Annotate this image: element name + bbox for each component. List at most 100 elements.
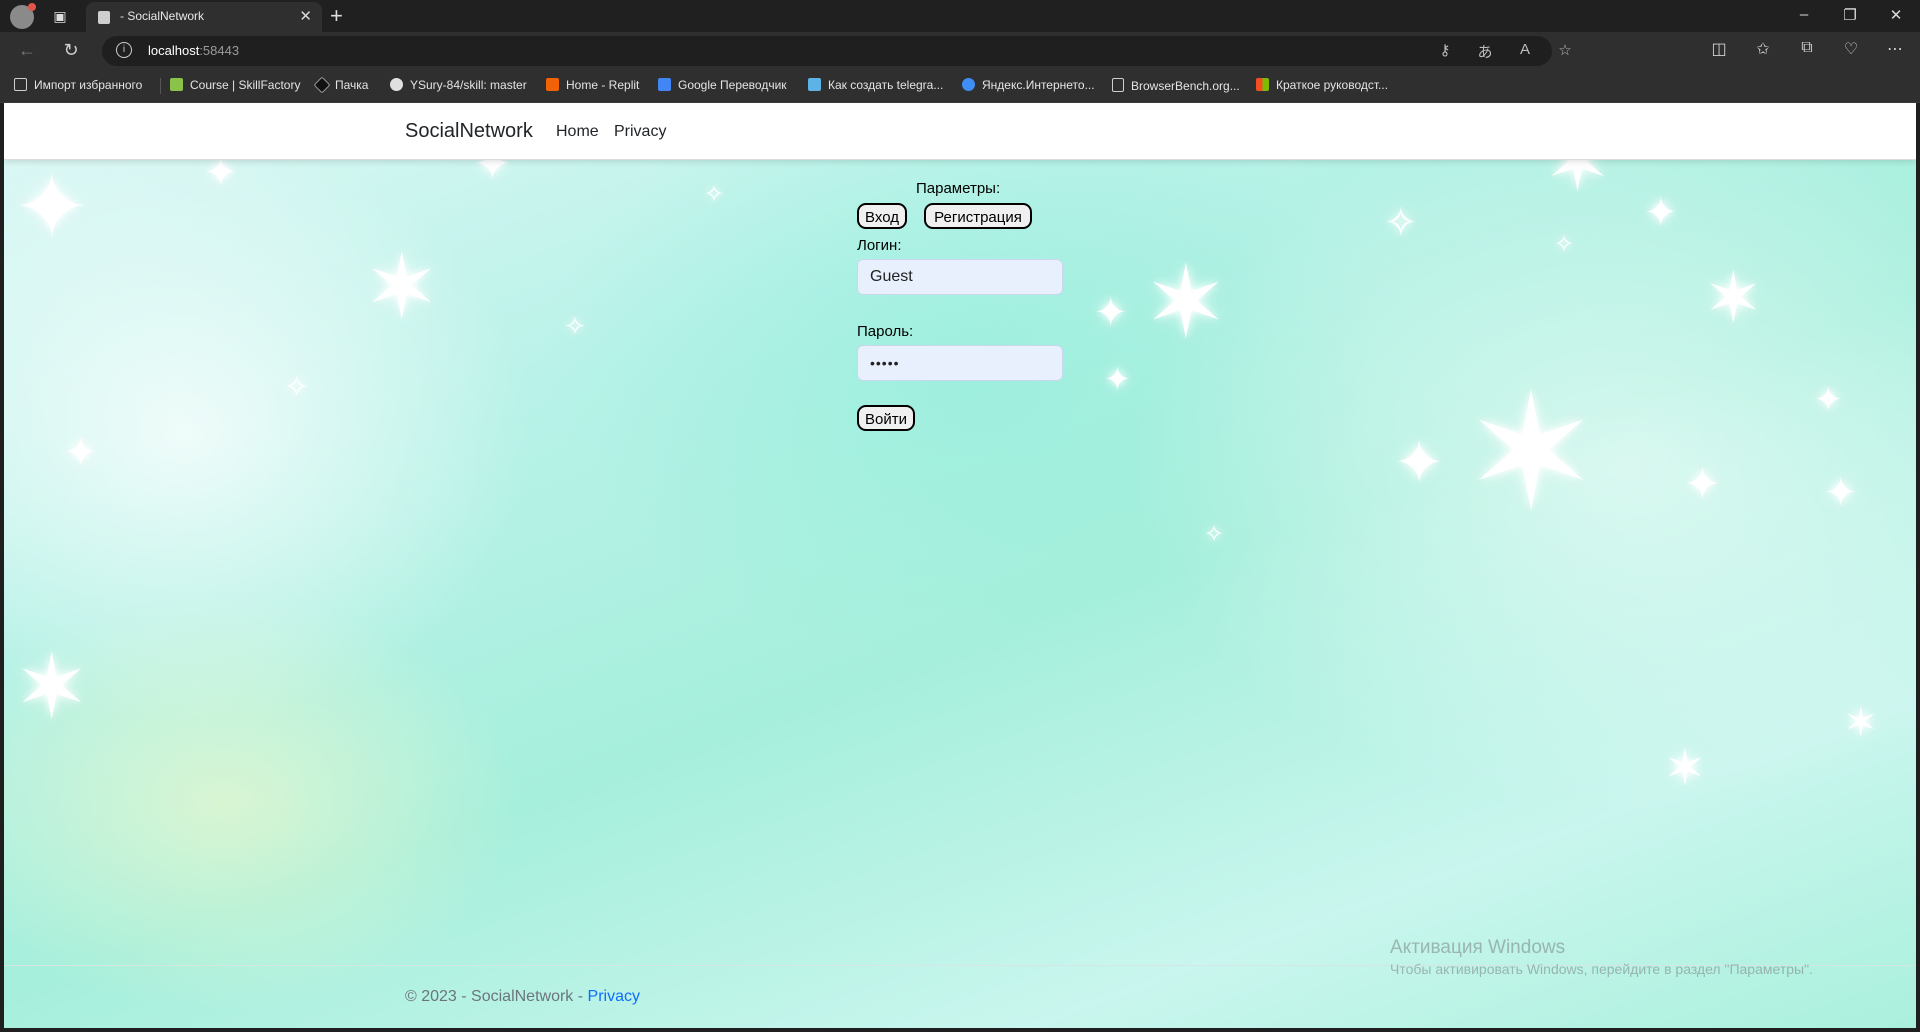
bookmark-label: Как создать telegra... — [828, 78, 944, 92]
password-label: Пароль: — [857, 323, 914, 340]
window-close-icon[interactable]: ✕ — [1886, 6, 1906, 24]
submit-login-button[interactable]: Войти — [857, 405, 915, 431]
browser-essentials-icon[interactable]: ♡ — [1840, 39, 1862, 59]
tab-actions-icon[interactable]: ▣ — [50, 6, 70, 26]
bookmark-yandex[interactable]: Яндекс.Интернето... — [962, 78, 1095, 92]
page-viewport: ✦ ✦ ✶ ✦ ✧ ✦ ✶ ✧ ✧ ✦ ✶ ✦ ✦ ✧ ✶ ✦ ✶ ✶ ✦ ✦ … — [4, 103, 1916, 1028]
bookmark-label: Home - Replit — [566, 78, 640, 92]
login-label: Логин: — [857, 237, 902, 254]
browser-tab-active[interactable]: - SocialNetwork ✕ — [86, 2, 322, 32]
bookmark-browserbench[interactable]: BrowserBench.org... — [1112, 78, 1240, 93]
sparkle-decoration: ✧ — [284, 371, 310, 404]
sparkle-decoration: ✦ — [1394, 429, 1445, 496]
profile-avatar-icon[interactable] — [10, 3, 36, 29]
password-input[interactable]: ••••• — [857, 345, 1063, 381]
page-icon — [98, 11, 110, 24]
bookmark-label: BrowserBench.org... — [1131, 79, 1240, 93]
back-arrow-icon[interactable]: ← — [16, 40, 38, 61]
bookmark-separator — [160, 78, 161, 94]
yandex-icon — [962, 78, 975, 91]
sparkle-decoration: ✦ — [64, 431, 98, 475]
register-mode-button[interactable]: Регистрация — [924, 203, 1032, 229]
skillfactory-icon — [170, 78, 183, 91]
login-mode-button[interactable]: Вход — [857, 203, 907, 229]
favorite-star-icon[interactable]: ☆ — [1554, 41, 1576, 59]
sparkle-decoration: ✶ — [1144, 247, 1228, 359]
sparkle-decoration: ✶ — [14, 638, 90, 738]
tab-title: - SocialNetwork — [120, 9, 205, 23]
bookmarks-bar: Импорт избранного Course | SkillFactory … — [0, 70, 1920, 103]
sparkle-decoration: ✶ — [1664, 740, 1706, 796]
pachka-icon — [313, 76, 331, 94]
login-input[interactable]: Guest — [857, 259, 1063, 295]
minimize-icon[interactable]: – — [1794, 6, 1814, 23]
bookmark-skillfactory[interactable]: Course | SkillFactory — [170, 78, 300, 92]
sparkle-decoration: ✦ — [14, 158, 90, 258]
more-menu-icon[interactable]: ⋯ — [1884, 39, 1906, 59]
favorites-icon[interactable]: ✩ — [1752, 39, 1774, 59]
site-navbar: SocialNetwork Home Privacy — [4, 103, 1916, 160]
sparkle-decoration: ✦ — [1684, 460, 1721, 509]
sparkle-decoration: ✶ — [1704, 259, 1763, 337]
bookmark-microsoft-guide[interactable]: Краткое руководст... — [1256, 78, 1388, 92]
bookmark-import[interactable]: Импорт избранного — [14, 78, 142, 92]
sparkle-decoration: ✧ — [1384, 201, 1418, 245]
bookmark-google-translate[interactable]: Google Переводчик — [658, 78, 787, 92]
url-text[interactable]: localhost:58443 — [148, 43, 239, 58]
import-icon — [14, 78, 27, 91]
microsoft-icon — [1256, 78, 1269, 91]
bookmark-pachka[interactable]: Пачка — [313, 76, 369, 94]
browser-tab-bar: ▣ - SocialNetwork ✕ + – ❐ ✕ — [0, 0, 1920, 32]
sparkle-decoration: ✦ — [1814, 381, 1843, 419]
params-label: Параметры: — [916, 180, 1001, 197]
windows-activation-subtitle: Чтобы активировать Windows, перейдите в … — [1390, 961, 1813, 977]
telegram-icon — [808, 78, 821, 91]
replit-icon — [546, 78, 559, 91]
bookmark-github[interactable]: YSury-84/skill: master — [390, 78, 527, 92]
sparkle-decoration: ✶ — [364, 238, 440, 338]
site-info-icon[interactable]: i — [116, 42, 132, 58]
footer-privacy-link[interactable]: Privacy — [588, 988, 640, 1005]
new-tab-plus-icon[interactable]: + — [330, 3, 343, 29]
bookmark-replit[interactable]: Home - Replit — [546, 78, 639, 92]
sparkle-decoration: ✧ — [564, 311, 586, 341]
split-screen-icon[interactable]: ◫ — [1708, 39, 1730, 59]
bookmark-label: Google Переводчик — [678, 78, 787, 92]
nav-privacy-link[interactable]: Privacy — [614, 123, 666, 141]
brand-link[interactable]: SocialNetwork — [405, 120, 533, 143]
page-icon — [1112, 78, 1124, 92]
sparkle-decoration: ✧ — [704, 181, 725, 208]
bookmark-telegram[interactable]: Как создать telegra... — [808, 78, 943, 92]
sparkle-decoration: ✦ — [1094, 291, 1128, 335]
footer: © 2023 - SocialNetwork - Privacy — [405, 988, 640, 1006]
sparkle-decoration: ✧ — [1204, 521, 1225, 548]
windows-activation-title: Активация Windows — [1390, 937, 1566, 958]
bookmark-label: Краткое руководст... — [1276, 78, 1389, 92]
address-field[interactable]: i localhost:58443 ⚷ あ A ☆ — [102, 36, 1572, 66]
reload-icon[interactable]: ↻ — [60, 40, 82, 61]
sparkle-decoration: ✶ — [1464, 363, 1599, 542]
bookmark-label: Пачка — [335, 78, 369, 92]
bookmark-label: Course | SkillFactory — [190, 78, 301, 92]
bookmark-label: YSury-84/skill: master — [410, 78, 527, 92]
sparkle-decoration: ✧ — [1554, 231, 1575, 258]
translate-icon[interactable]: あ — [1474, 41, 1496, 62]
read-aloud-icon[interactable]: A — [1514, 41, 1536, 58]
url-port: :58443 — [199, 43, 240, 58]
sparkle-decoration: ✶ — [1844, 701, 1878, 745]
collections-icon[interactable]: ⧉ — [1796, 39, 1818, 57]
bookmark-label: Яндекс.Интернето... — [982, 78, 1095, 92]
address-toolbar: ← ↻ i localhost:58443 ⚷ あ A ☆ ◫ ✩ ⧉ ♡ ⋯ — [0, 32, 1920, 70]
sparkle-decoration: ✦ — [1824, 471, 1858, 515]
key-icon[interactable]: ⚷ — [1434, 41, 1456, 59]
nav-home-link[interactable]: Home — [556, 123, 599, 141]
github-icon — [390, 78, 403, 91]
footer-copyright: © 2023 - SocialNetwork - — [405, 988, 588, 1005]
url-host: localhost — [148, 43, 200, 58]
bookmark-label: Импорт избранного — [34, 78, 143, 92]
restore-icon[interactable]: ❐ — [1840, 6, 1860, 24]
sparkle-decoration: ✦ — [1644, 191, 1678, 235]
google-translate-icon — [658, 78, 671, 91]
tab-close-icon[interactable]: ✕ — [299, 7, 312, 25]
sparkle-decoration: ✦ — [1104, 361, 1131, 397]
